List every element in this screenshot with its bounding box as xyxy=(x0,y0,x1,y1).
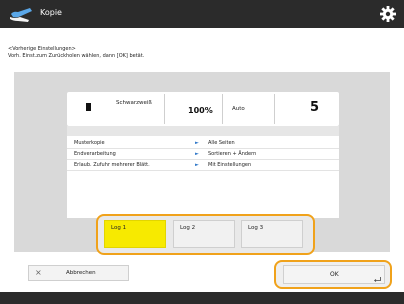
log-selector: Log 1 Log 2 Log 3 xyxy=(96,214,315,255)
cancel-button[interactable]: × Abbrechen xyxy=(28,265,129,281)
copy-icon xyxy=(10,8,32,22)
copy-count: 5 xyxy=(310,100,320,115)
setting-name: Erlaub. Zufuhr mehrerer Blätt. xyxy=(74,162,150,168)
gear-icon[interactable] xyxy=(378,4,398,24)
log-label: Log 3 xyxy=(248,225,264,231)
instruction-heading: <Vorherige Einstellungen> xyxy=(8,46,76,52)
log-2-button[interactable]: Log 2 xyxy=(173,220,235,248)
arrow-icon: ► xyxy=(195,151,199,157)
color-mode: Schwarzweiß xyxy=(116,100,152,106)
arrow-icon: ► xyxy=(195,162,199,168)
copy-status-summary: Schwarzweiß 100% Auto 5 xyxy=(67,92,339,126)
instruction-text: Vorh. Einst.zum Zurückholen wählen, dann… xyxy=(8,53,145,59)
paper-size: Auto xyxy=(232,106,245,112)
log-label: Log 2 xyxy=(180,225,196,231)
setting-value: Sortieren + Ändern xyxy=(208,151,257,157)
ok-button[interactable]: OK xyxy=(283,265,385,284)
divider xyxy=(164,94,165,124)
close-icon: × xyxy=(35,268,42,277)
arrow-icon: ► xyxy=(195,140,199,146)
document-icon xyxy=(86,103,91,111)
log-1-button[interactable]: Log 1 xyxy=(104,220,166,248)
divider xyxy=(274,94,275,124)
list-item: Musterkopie ► Alle Seiten xyxy=(67,138,339,149)
ok-label: OK xyxy=(330,271,339,278)
log-label: Log 1 xyxy=(111,225,127,231)
setting-value: Alle Seiten xyxy=(208,140,235,146)
previous-settings-list: Musterkopie ► Alle Seiten Endverarbeitun… xyxy=(67,126,339,218)
bottom-bar xyxy=(0,292,404,304)
setting-value: Mit Einstellungen xyxy=(208,162,252,168)
cancel-label: Abbrechen xyxy=(66,270,96,276)
list-header xyxy=(67,126,339,136)
list-item: Erlaub. Zufuhr mehrerer Blätt. ► Mit Ein… xyxy=(67,160,339,171)
list-item: Endverarbeitung ► Sortieren + Ändern xyxy=(67,149,339,160)
enter-icon xyxy=(374,277,381,282)
ok-highlight: OK xyxy=(274,260,392,289)
setting-name: Endverarbeitung xyxy=(74,151,116,157)
divider xyxy=(222,94,223,124)
title-bar: Kopie xyxy=(0,0,404,28)
app-title: Kopie xyxy=(40,8,62,17)
zoom-ratio: 100% xyxy=(188,106,213,115)
log-3-button[interactable]: Log 3 xyxy=(241,220,303,248)
setting-name: Musterkopie xyxy=(74,140,105,146)
